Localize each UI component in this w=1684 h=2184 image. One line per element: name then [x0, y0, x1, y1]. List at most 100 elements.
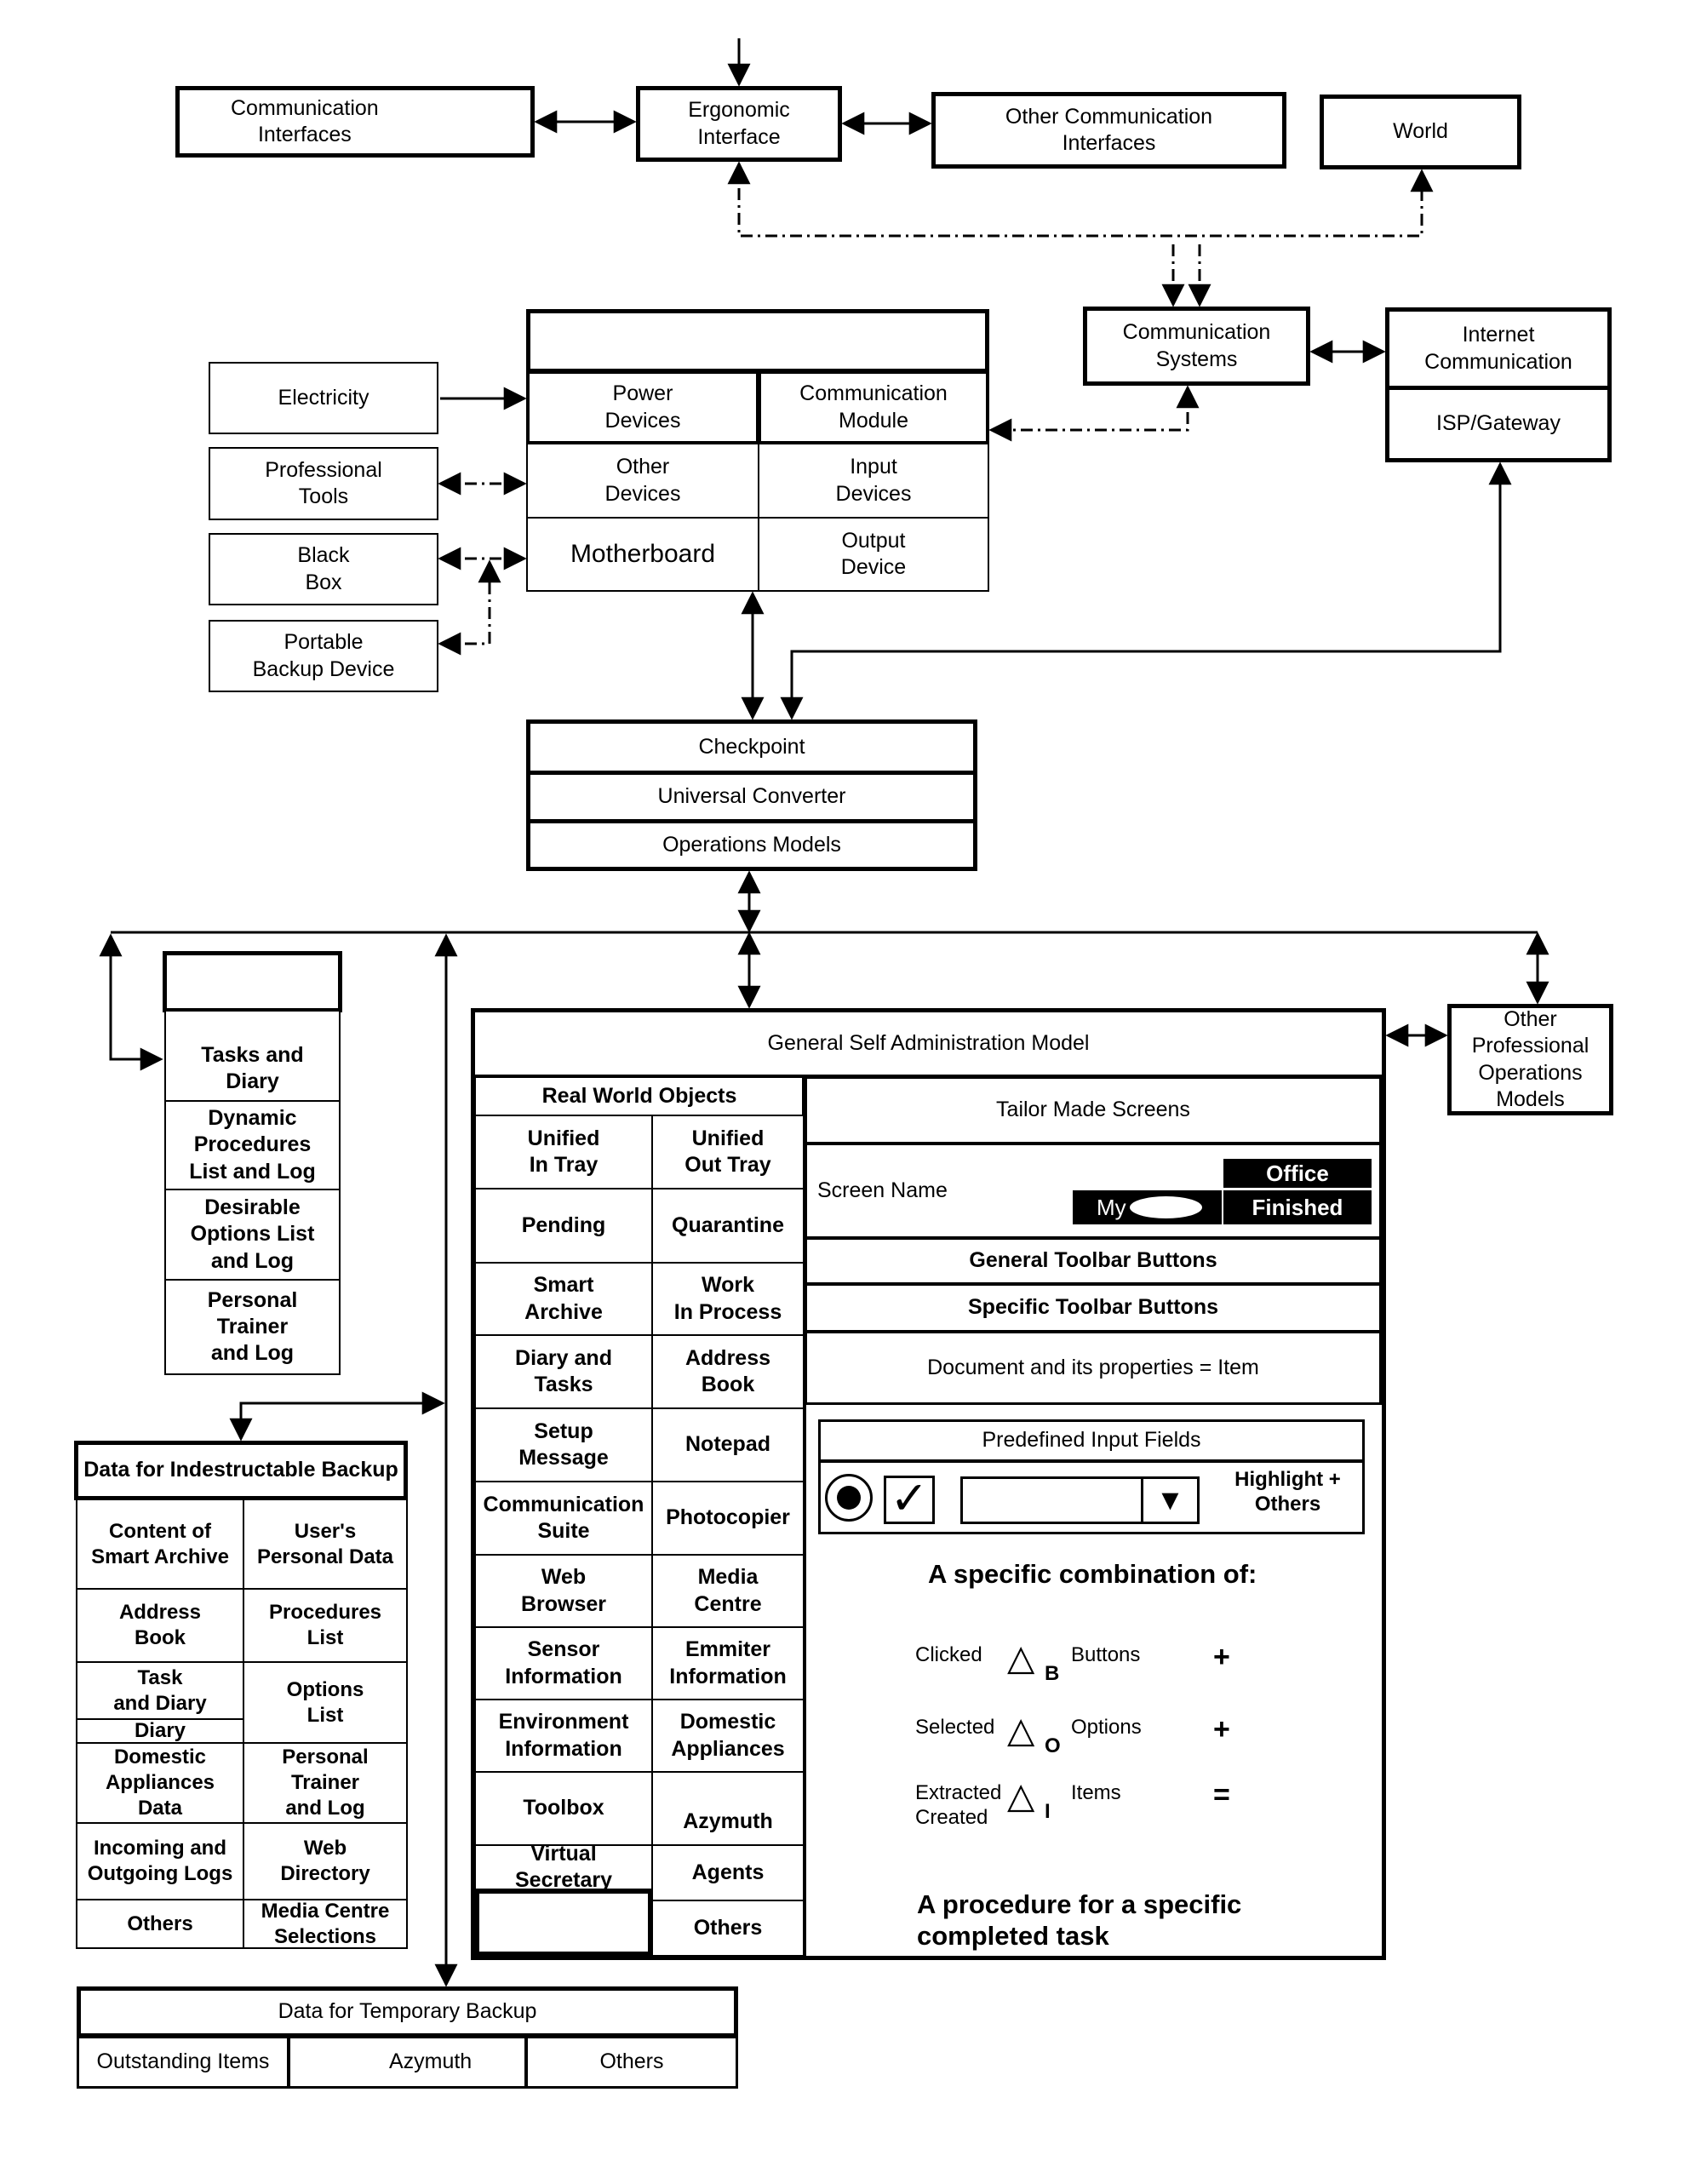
delta-icon: △ [1007, 1637, 1035, 1677]
rwo-cell[interactable]: Address Book [651, 1334, 805, 1409]
dashed-ergonomic-commsys [727, 161, 1434, 238]
outstanding-items-cell: Outstanding Items [77, 2036, 289, 2089]
delta-icon: △ [1007, 1710, 1035, 1750]
rwo-cell[interactable]: Diary and Tasks [474, 1334, 653, 1409]
arrow-bus-indestructible [229, 1391, 445, 1442]
formula-subscript: I [1045, 1800, 1051, 1823]
indestructible-cell-right: Personal Trainer and Log [243, 1742, 408, 1824]
rwo-cell[interactable]: Pending [474, 1188, 653, 1264]
checkmark-icon: ✓ [890, 1473, 929, 1524]
rwo-cell[interactable]: Setup Message [474, 1407, 653, 1482]
triangle-down-icon: ▼ [1155, 1483, 1185, 1516]
rwo-cell[interactable]: Others [651, 1900, 805, 1957]
black-box: Black Box [209, 533, 438, 605]
highlight-others-label: Highlight + Others [1234, 1468, 1341, 1516]
checkpoint-label: Checkpoint [698, 734, 805, 759]
tasks-diary-item: Tasks and Diary [164, 1010, 341, 1102]
specific-toolbar-buttons-row: Specific Toolbar Buttons [805, 1283, 1382, 1333]
indestructible-cell-left: Content of Smart Archive [76, 1499, 244, 1590]
rwo-cell[interactable]: Web Browser [474, 1554, 653, 1628]
screen-button-my[interactable]: My [1073, 1190, 1222, 1224]
rwo-cell[interactable]: Environment Information [474, 1699, 653, 1773]
rwo-cell[interactable]: Domestic Appliances [651, 1699, 805, 1773]
dashed-portable [438, 559, 501, 656]
indestructible-backup-title: Data for Indestructable Backup [74, 1441, 408, 1500]
formula-term: Options [1071, 1716, 1142, 1739]
rwo-cell[interactable]: Azymuth [651, 1771, 805, 1846]
rwo-cell[interactable]: Unified Out Tray [651, 1115, 805, 1189]
motherboard-cell: Motherboard [526, 517, 759, 592]
rwo-empty-slot[interactable] [474, 1889, 653, 1957]
other-professional-operations-models-box: Other Professional Operations Models [1447, 1004, 1613, 1115]
gsam-title-box: General Self Administration Model [471, 1008, 1386, 1079]
portable-backup-device-box: Portable Backup Device [209, 620, 438, 692]
formula-subscript: B [1045, 1662, 1060, 1685]
personal-trainer-item: Personal Trainer and Log [164, 1279, 341, 1375]
predefined-input-fields-header: Predefined Input Fields [818, 1419, 1365, 1462]
combination-heading: A specific combination of: [928, 1559, 1257, 1589]
document-item-row: Document and its properties = Item [805, 1331, 1382, 1405]
world-label: World [1393, 119, 1448, 144]
desirable-options-item: Desirable Options List and Log [164, 1189, 341, 1281]
power-devices-cell: Power Devices [526, 370, 759, 444]
dashed-commsys-module [988, 385, 1200, 442]
rwo-cell[interactable]: Sensor Information [474, 1626, 653, 1700]
indestructible-cell-left: Task and Diary [76, 1661, 244, 1720]
rwo-cell[interactable]: Toolbox [474, 1771, 653, 1846]
predefined-input-fields-label: Predefined Input Fields [982, 1428, 1201, 1453]
desirable-options-label: Desirable Options List and Log [190, 1195, 315, 1273]
screen-name-label: Screen Name [817, 1178, 948, 1202]
indestructible-cell-left: Domestic Appliances Data [76, 1742, 244, 1824]
screen-button-my-label: My [1097, 1194, 1126, 1220]
indestructible-cell-left: Address Book [76, 1588, 244, 1663]
rwo-cell[interactable]: Notepad [651, 1407, 805, 1482]
checkbox[interactable]: ✓ [884, 1476, 935, 1524]
rwo-cell[interactable]: Quarantine [651, 1188, 805, 1264]
operations-models-box: Operations Models [526, 819, 977, 871]
rwo-cell[interactable]: Communication Suite [474, 1481, 653, 1556]
isp-gateway-box: ISP/Gateway [1385, 386, 1612, 462]
formula-operator: = [1213, 1779, 1230, 1811]
professional-tools-box: Professional Tools [209, 447, 438, 520]
output-device-cell: Output Device [758, 517, 989, 592]
internet-communication-label: Internet Communication [1424, 323, 1572, 374]
tailor-made-screens-label: Tailor Made Screens [996, 1098, 1190, 1122]
screen-button-office-label: Office [1266, 1160, 1329, 1186]
tasks-diary-label: Tasks and Diary [201, 1042, 304, 1093]
universal-converter-label: Universal Converter [657, 784, 846, 809]
indestructible-cell-left: Incoming and Outgoing Logs [76, 1822, 244, 1900]
procedure-text: A procedure for a specific completed tas… [917, 1889, 1242, 1952]
azymuth-label: Azymuth [342, 2049, 473, 2074]
dropdown-arrow-button[interactable]: ▼ [1141, 1476, 1200, 1524]
temporary-backup-title-label: Data for Temporary Backup [278, 1999, 537, 2024]
formula-label: Clicked [915, 1643, 982, 1666]
electricity-label: Electricity [278, 385, 369, 410]
rwo-cell[interactable]: Virtual Secretary [474, 1842, 653, 1892]
formula-label: Selected [915, 1716, 995, 1739]
radio-button[interactable] [825, 1474, 873, 1522]
rwo-cell[interactable]: Agents [651, 1844, 805, 1901]
formula-label: Extracted Created [915, 1781, 1002, 1829]
communication-interfaces-label: Communication Interfaces [231, 95, 379, 146]
input-devices-cell: Input Devices [758, 443, 989, 519]
communication-module-cell: Communication Module [758, 370, 989, 444]
rwo-cell[interactable]: Smart Archive [474, 1262, 653, 1336]
indestructible-cell-right: User's Personal Data [243, 1499, 408, 1590]
indestructible-cell-right: Options List [243, 1661, 408, 1744]
delta-icon: △ [1007, 1775, 1035, 1815]
rwo-cell[interactable]: Work In Process [651, 1262, 805, 1336]
dropdown-input[interactable] [960, 1476, 1143, 1524]
radio-dot-icon [837, 1486, 861, 1510]
rwo-cell[interactable]: Photocopier [651, 1481, 805, 1556]
screen-button-office[interactable]: Office [1223, 1159, 1372, 1188]
communication-systems-label: Communication Systems [1122, 320, 1271, 371]
formula-operator: + [1213, 1641, 1230, 1673]
rwo-cell[interactable]: Emmiter Information [651, 1626, 805, 1700]
communication-systems-box: Communication Systems [1083, 307, 1310, 386]
document-item-label: Document and its properties = Item [927, 1355, 1259, 1379]
general-toolbar-buttons-row: General Toolbar Buttons [805, 1237, 1382, 1285]
screen-button-finished[interactable]: Finished [1223, 1190, 1372, 1224]
tasks-list-header [163, 951, 342, 1012]
rwo-cell[interactable]: Unified In Tray [474, 1115, 653, 1189]
rwo-cell[interactable]: Media Centre [651, 1554, 805, 1628]
